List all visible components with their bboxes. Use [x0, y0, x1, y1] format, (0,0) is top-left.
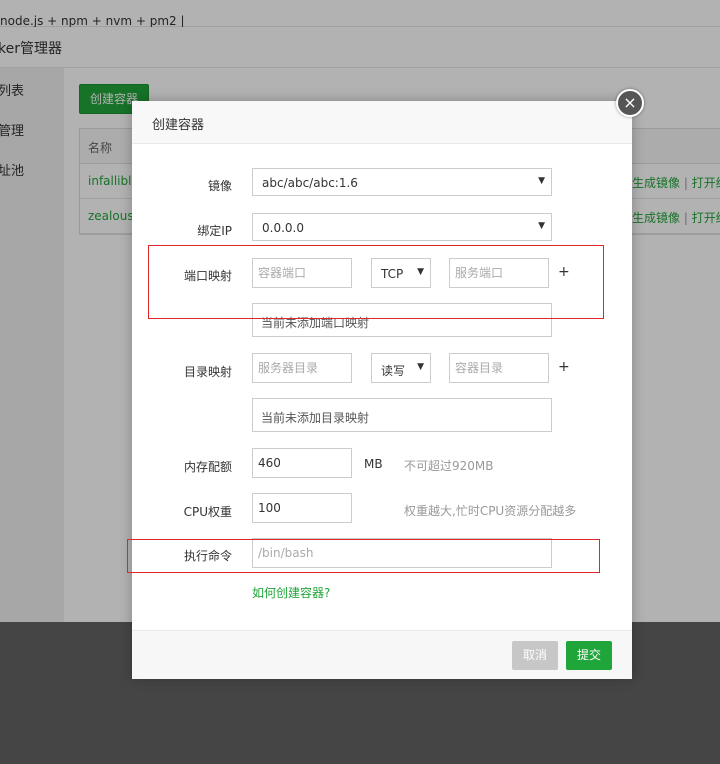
chevron-down-icon: ▼: [538, 176, 545, 186]
create-container-dialog: 创建容器 镜像 abc/abc/abc:1.6 ▼ 绑定IP 0.0.0.0 ▼…: [132, 101, 632, 679]
dir-mapping-label: 目录映射: [183, 365, 232, 379]
cpu-label: CPU权重: [183, 505, 232, 519]
command-highlight-box: [127, 539, 600, 573]
cpu-hint: 权重越大,忙时CPU资源分配越多: [404, 504, 577, 518]
dialog-title: 创建容器: [152, 118, 205, 133]
memory-unit: MB: [364, 457, 383, 471]
image-label: 镜像: [207, 179, 232, 193]
bind-ip-select-value: 0.0.0.0: [262, 221, 304, 235]
bind-ip-select[interactable]: 0.0.0.0 ▼: [252, 213, 552, 241]
memory-label: 内存配额: [183, 460, 232, 474]
chevron-down-icon: ▼: [417, 362, 424, 372]
memory-input[interactable]: [252, 448, 352, 478]
cancel-button[interactable]: 取消: [512, 641, 558, 670]
cpu-weight-input[interactable]: [252, 493, 352, 523]
help-link[interactable]: 如何创建容器?: [252, 584, 330, 601]
mount-mode-select[interactable]: 读写 ▼: [371, 353, 431, 383]
dir-mapping-empty-text: 当前未添加目录映射: [261, 411, 370, 425]
image-select[interactable]: abc/abc/abc:1.6 ▼: [252, 168, 552, 196]
add-dir-mapping-button[interactable]: +: [558, 359, 570, 375]
submit-button[interactable]: 提交: [566, 641, 612, 670]
dialog-header: 创建容器: [132, 101, 632, 144]
mount-mode-value: 读写: [381, 364, 406, 378]
bind-ip-label: 绑定IP: [197, 224, 232, 238]
dialog-footer: 取消 提交: [132, 630, 632, 679]
close-icon[interactable]: ×: [616, 89, 644, 117]
image-select-value: abc/abc/abc:1.6: [262, 176, 358, 190]
host-dir-input[interactable]: [252, 353, 352, 383]
container-dir-input[interactable]: [449, 353, 549, 383]
memory-hint: 不可超过920MB: [404, 459, 494, 473]
dir-mapping-list: 当前未添加目录映射: [252, 398, 552, 432]
port-mapping-highlight-box: [148, 245, 604, 319]
chevron-down-icon: ▼: [538, 221, 545, 231]
